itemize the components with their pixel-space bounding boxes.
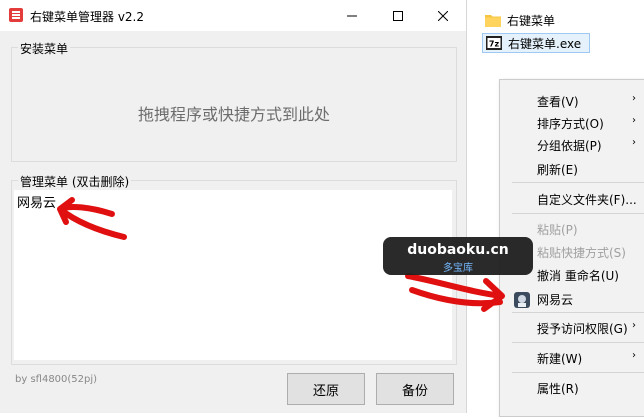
- watermark-text: duobaoku.cn: [407, 242, 509, 258]
- red-arrow-annotation: [405, 273, 505, 312]
- annotation-layer: [57, 197, 505, 312]
- red-arrow-annotation: [57, 197, 127, 240]
- watermark-subtext: 多宝库: [443, 263, 473, 274]
- watermark-badge: duobaoku.cn 多宝库: [383, 237, 533, 275]
